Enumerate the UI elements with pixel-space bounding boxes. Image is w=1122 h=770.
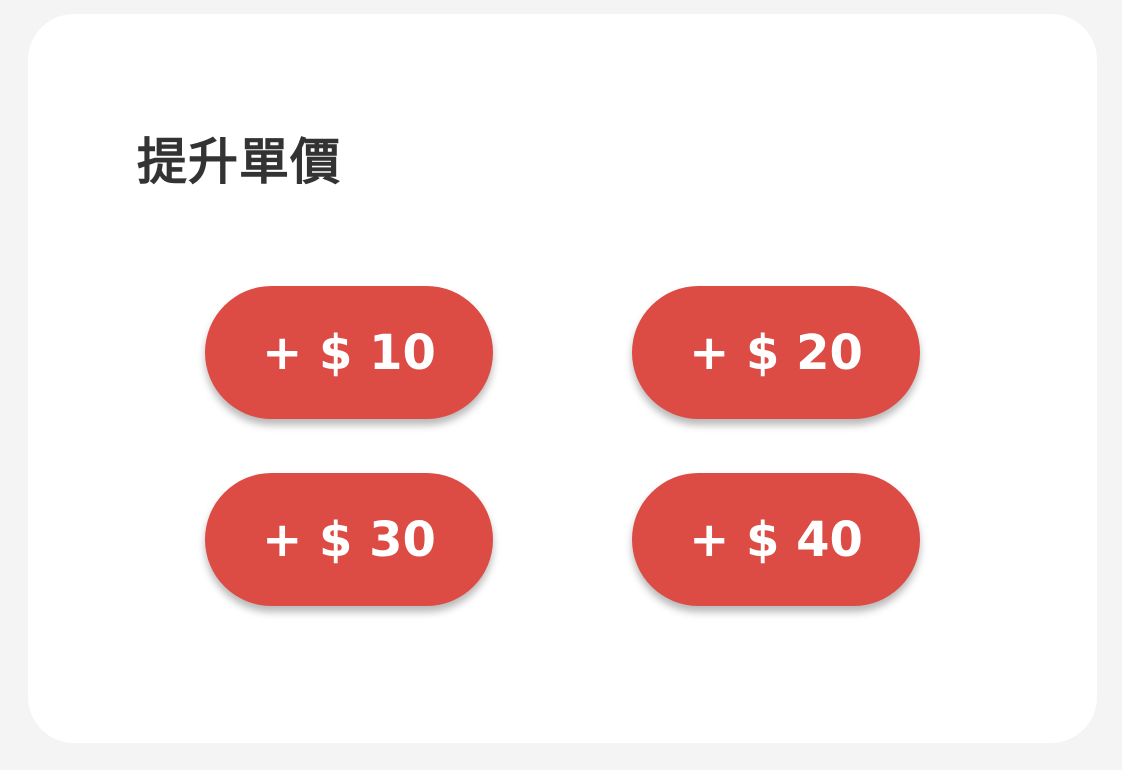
price-increase-card: 提升單價 + $ 10 + $ 20 + $ 30 + $ 40 [28, 14, 1097, 743]
panel-title: 提升單價 [137, 133, 341, 191]
add-10-button[interactable]: + $ 10 [205, 286, 493, 419]
add-20-button[interactable]: + $ 20 [632, 286, 920, 419]
add-30-button[interactable]: + $ 30 [205, 473, 493, 606]
add-40-button[interactable]: + $ 40 [632, 473, 920, 606]
